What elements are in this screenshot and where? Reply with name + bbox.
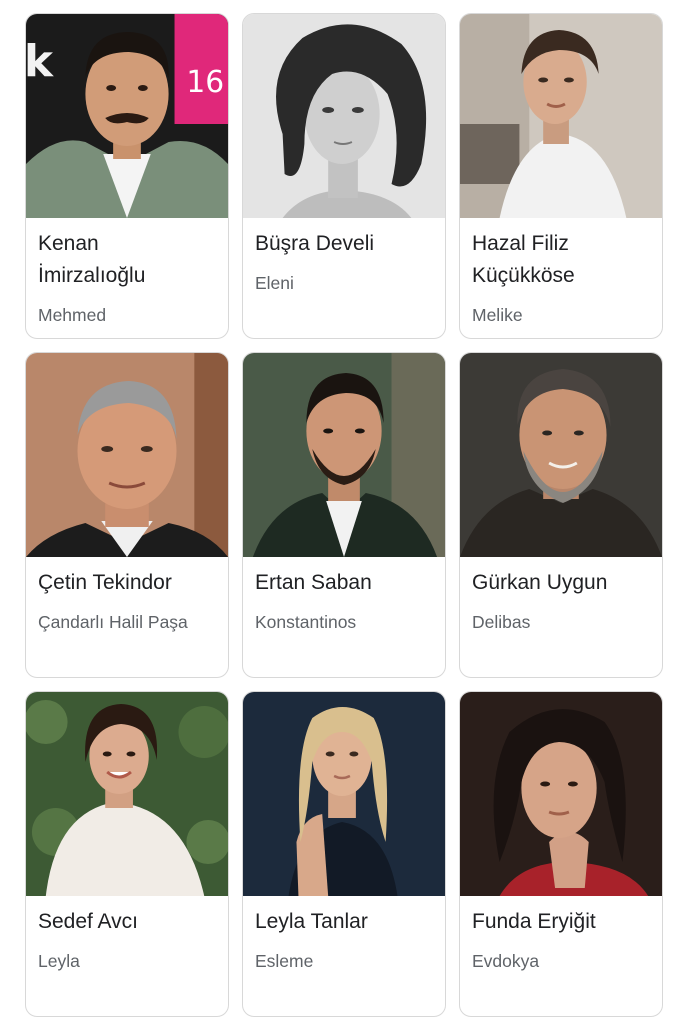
cast-card-funda-eryigit[interactable]: Funda Eryiğit Evdokya: [459, 691, 663, 1017]
actor-name: Hazal Filiz Küçükköse: [472, 228, 654, 292]
actor-photo: k 16: [26, 14, 228, 218]
cast-card-leyla-tanlar[interactable]: Leyla Tanlar Esleme: [242, 691, 446, 1017]
actor-photo: [460, 692, 662, 896]
cast-card-kenan-imirzalioglu[interactable]: k 16 Kenan İmirzalıoğlu Mehmed: [25, 13, 229, 339]
actor-name-line-2: İmirzalıoğlu: [38, 264, 146, 287]
actor-photo: [460, 14, 662, 218]
actor-name: Sedef Avcı: [38, 910, 139, 933]
actor-name: Funda Eryiğit: [472, 910, 596, 933]
character-name: Delibas: [472, 612, 531, 632]
actor-name-line-1: Kenan: [38, 232, 99, 255]
character-name: Mehmed: [38, 305, 107, 325]
cast-card-busra-develi[interactable]: Büşra Develi Eleni: [242, 13, 446, 339]
actor-name: Büşra Develi: [255, 232, 375, 255]
actor-photo: [26, 692, 228, 896]
character-name: Evdokya: [472, 951, 540, 971]
actor-photo: [26, 353, 228, 557]
character-name: Esleme: [255, 951, 314, 971]
cast-card-ertan-saban[interactable]: Ertan Saban Konstantinos: [242, 352, 446, 678]
actor-name: Ertan Saban: [255, 571, 372, 594]
character-name: Leyla: [38, 951, 80, 971]
character-name: Melike: [472, 305, 523, 325]
character-name: Çandarlı Halil Paşa: [38, 612, 188, 632]
cast-card-gurkan-uygun[interactable]: Gürkan Uygun Delibas: [459, 352, 663, 678]
actor-photo: [243, 692, 445, 896]
cast-grid: k 16 Kenan İmirzalıoğlu Mehmed Büşra Dev…: [0, 0, 690, 1024]
actor-name-line-2: Küçükköse: [472, 264, 575, 287]
cast-card-cetin-tekindor[interactable]: Çetin Tekindor Çandarlı Halil Paşa: [25, 352, 229, 678]
actor-name: Leyla Tanlar: [255, 910, 368, 933]
character-name: Eleni: [255, 273, 294, 293]
actor-photo: [243, 14, 445, 218]
actor-name: Gürkan Uygun: [472, 571, 608, 594]
backdrop-sign: 16: [186, 65, 224, 100]
actor-name: Çetin Tekindor: [38, 571, 172, 594]
actor-name-line-1: Hazal Filiz: [472, 232, 569, 255]
actor-photo: [460, 353, 662, 557]
actor-photo: [243, 353, 445, 557]
character-name: Konstantinos: [255, 612, 357, 632]
cast-card-hazal-filiz-kucukkose[interactable]: Hazal Filiz Küçükköse Melike: [459, 13, 663, 339]
backdrop-letter: k: [26, 36, 54, 87]
cast-card-sedef-avci[interactable]: Sedef Avcı Leyla: [25, 691, 229, 1017]
actor-name: Kenan İmirzalıoğlu: [38, 228, 220, 292]
